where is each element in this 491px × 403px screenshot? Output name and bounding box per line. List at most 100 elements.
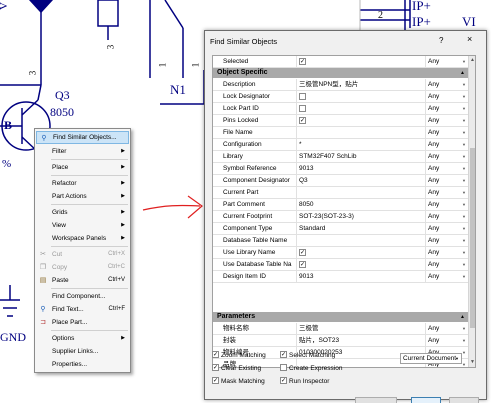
menu-item-part-actions[interactable]: Part Actions ▶: [36, 190, 129, 203]
option-mask-matching[interactable]: ✓ Mask Matching: [212, 377, 265, 386]
option-clear-existing[interactable]: ✓ Clear Existing: [212, 364, 261, 373]
property-checkbox[interactable]: [299, 93, 306, 100]
menu-item-properties[interactable]: Properties...: [36, 358, 129, 371]
property-row-part-comment[interactable]: Part Comment 8050 Any ▼: [213, 199, 468, 211]
scope-dropdown[interactable]: Current Document ▼: [400, 353, 462, 364]
match-dropdown[interactable]: Any▼: [425, 175, 468, 187]
menu-item-find-similar-objects[interactable]: ⚲ Find Similar Objects...: [36, 131, 129, 144]
property-row-design-item-id[interactable]: Design Item ID 9013 Any ▼: [213, 271, 468, 283]
mask-matching-checkbox[interactable]: ✓: [212, 377, 219, 384]
menu-item-cut[interactable]: ✂ Cut Ctrl+X: [36, 248, 129, 261]
match-dropdown[interactable]: Any▼: [425, 211, 468, 223]
ok-button[interactable]: [411, 397, 441, 403]
property-checkbox[interactable]: ✓: [299, 249, 306, 256]
property-value[interactable]: Q3: [299, 177, 308, 184]
match-dropdown[interactable]: Any▼: [425, 139, 468, 151]
match-dropdown[interactable]: Any▼: [425, 56, 468, 68]
close-button[interactable]: ×: [467, 34, 472, 44]
scroll-up-icon[interactable]: ▲: [470, 57, 475, 63]
property-value[interactable]: 三极管NPN型，贴片: [299, 81, 358, 88]
menu-item-filter[interactable]: Filter ▶: [36, 145, 129, 158]
property-value[interactable]: *: [299, 141, 302, 148]
property-row-description[interactable]: Description 三极管NPN型，贴片 Any ▼: [213, 79, 468, 91]
property-row-database-table-name[interactable]: Database Table Name Any ▼: [213, 235, 468, 247]
apply-button[interactable]: [355, 397, 397, 403]
zoom-matching-checkbox[interactable]: ✓: [212, 351, 219, 358]
group-header-object-specific[interactable]: Object Specific ▲: [213, 68, 468, 78]
match-dropdown[interactable]: Any▼: [425, 151, 468, 163]
property-row-item-0[interactable]: 物料名称 三极管 Any ▼: [213, 323, 468, 335]
match-dropdown[interactable]: Any▼: [425, 91, 468, 103]
property-value[interactable]: 9013: [299, 165, 313, 172]
menu-item-find-component[interactable]: Find Component...: [36, 290, 129, 303]
property-value[interactable]: 8050: [299, 201, 313, 208]
menu-item-view[interactable]: View ▶: [36, 219, 129, 232]
property-row-pins-locked[interactable]: Pins Locked ✓ Any ▼: [213, 115, 468, 127]
match-dropdown[interactable]: Any▼: [425, 127, 468, 139]
property-row-symbol-reference[interactable]: Symbol Reference 9013 Any ▼: [213, 163, 468, 175]
property-checkbox[interactable]: [299, 105, 306, 112]
collapse-icon[interactable]: ▲: [460, 68, 465, 78]
match-dropdown[interactable]: Any▼: [425, 323, 468, 335]
property-row-library[interactable]: Library STM32F407 SchLib Any ▼: [213, 151, 468, 163]
match-dropdown[interactable]: Any▼: [425, 271, 468, 283]
property-checkbox[interactable]: ✓: [299, 117, 306, 124]
property-row-configuration[interactable]: Configuration * Any ▼: [213, 139, 468, 151]
property-row-item-1[interactable]: 封装 贴片，SOT23 Any ▼: [213, 335, 468, 347]
group-header-parameters[interactable]: Parameters ▲: [213, 312, 468, 322]
vertical-scrollbar[interactable]: ▲ ▼: [468, 56, 475, 367]
menu-item-options[interactable]: Options ▶: [36, 332, 129, 345]
menu-item-find-text[interactable]: ⚲ Find Text... Ctrl+F: [36, 303, 129, 316]
menu-item-grids[interactable]: Grids ▶: [36, 206, 129, 219]
selected-checkbox[interactable]: ✓: [299, 58, 306, 65]
property-row-current-footprint[interactable]: Current Footprint SOT-23(SOT-23-3) Any ▼: [213, 211, 468, 223]
menu-item-supplier-links[interactable]: Supplier Links...: [36, 345, 129, 358]
menu-item-place[interactable]: Place ▶: [36, 161, 129, 174]
option-select-matching[interactable]: ✓ Select Matching: [280, 351, 335, 360]
menu-item-paste[interactable]: ▤ Paste Ctrl+V: [36, 274, 129, 287]
match-dropdown[interactable]: Any▼: [425, 235, 468, 247]
property-value[interactable]: 贴片，SOT23: [299, 337, 339, 344]
match-dropdown[interactable]: Any▼: [425, 335, 468, 347]
menu-item-place-part[interactable]: ⊐ Place Part...: [36, 316, 129, 329]
property-value[interactable]: Standard: [299, 225, 325, 232]
match-dropdown[interactable]: Any▼: [425, 79, 468, 91]
property-value[interactable]: 三极管: [299, 325, 319, 332]
match-dropdown[interactable]: Any▼: [425, 115, 468, 127]
property-row-component-type[interactable]: Component Type Standard Any ▼: [213, 223, 468, 235]
match-dropdown[interactable]: Any▼: [425, 187, 468, 199]
property-value[interactable]: STM32F407 SchLib: [299, 153, 356, 160]
menu-item-copy[interactable]: ❐ Copy Ctrl+C: [36, 261, 129, 274]
property-row-use-library-name[interactable]: Use Library Name ✓ Any ▼: [213, 247, 468, 259]
option-create-expression[interactable]: Create Expression: [280, 364, 342, 373]
menu-item-workspace-panels[interactable]: Workspace Panels ▶: [36, 232, 129, 245]
menu-item-refactor[interactable]: Refactor ▶: [36, 177, 129, 190]
help-button[interactable]: ?: [439, 36, 443, 45]
property-row-file-name[interactable]: File Name Any ▼: [213, 127, 468, 139]
match-dropdown[interactable]: Any▼: [425, 247, 468, 259]
match-dropdown[interactable]: Any▼: [425, 199, 468, 211]
option-run-inspector[interactable]: ✓ Run Inspector: [280, 377, 329, 386]
property-row-selected[interactable]: Selected ✓ Any ▼: [213, 56, 468, 68]
create-expression-checkbox[interactable]: [280, 364, 287, 371]
property-row-current-part[interactable]: Current Part Any ▼: [213, 187, 468, 199]
cancel-button[interactable]: [449, 397, 479, 403]
match-dropdown[interactable]: Any▼: [425, 223, 468, 235]
scroll-down-icon[interactable]: ▼: [470, 359, 475, 365]
match-dropdown[interactable]: Any▼: [425, 103, 468, 115]
collapse-icon[interactable]: ▲: [460, 312, 465, 322]
match-dropdown[interactable]: Any▼: [425, 259, 468, 271]
select-matching-checkbox[interactable]: ✓: [280, 351, 287, 358]
property-row-lock-part-id[interactable]: Lock Part ID Any ▼: [213, 103, 468, 115]
scrollbar-thumb[interactable]: [470, 148, 475, 328]
property-row-component-designator[interactable]: Component Designator Q3 Any ▼: [213, 175, 468, 187]
option-zoom-matching[interactable]: ✓ Zoom Matching: [212, 351, 266, 360]
run-inspector-checkbox[interactable]: ✓: [280, 377, 287, 384]
property-value[interactable]: 9013: [299, 273, 313, 280]
property-row-use-database-table-na[interactable]: Use Database Table Na ✓ Any ▼: [213, 259, 468, 271]
property-row-lock-designator[interactable]: Lock Designator Any ▼: [213, 91, 468, 103]
property-value[interactable]: SOT-23(SOT-23-3): [299, 213, 354, 220]
clear-existing-checkbox[interactable]: ✓: [212, 364, 219, 371]
match-dropdown[interactable]: Any▼: [425, 163, 468, 175]
property-checkbox[interactable]: ✓: [299, 261, 306, 268]
